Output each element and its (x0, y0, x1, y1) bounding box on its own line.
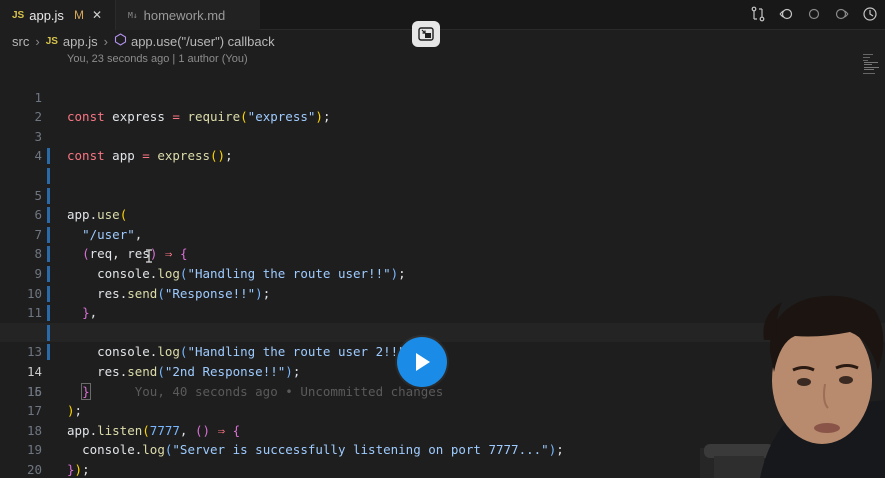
tab-label: homework.md (143, 7, 226, 23)
code-line: 6 "/user", (0, 166, 885, 242)
code-line: 7 (req, res) ⇒ { (0, 186, 885, 261)
compare-changes-icon[interactable] (749, 5, 767, 23)
code-text: }); (67, 461, 90, 477)
git-modified-marker (47, 148, 50, 165)
exit-fullscreen-button[interactable] (412, 21, 440, 47)
code-line: 9 res.send("Response!!"); (0, 225, 885, 301)
code-line: 2 (0, 88, 885, 124)
modified-badge: M (73, 8, 84, 22)
play-icon (416, 353, 430, 371)
tab-homework-md[interactable]: M↓ homework.md (115, 0, 260, 30)
close-tab-button[interactable]: ✕ (92, 8, 102, 22)
git-modified-marker (47, 305, 50, 322)
chevron-right-icon: › (103, 33, 108, 49)
code-line: 8 console.log("Handling the route user!!… (0, 205, 885, 281)
text-cursor-icon (146, 249, 152, 263)
exit-fullscreen-icon (418, 27, 434, 41)
breadcrumb-file[interactable]: app.js (63, 34, 98, 49)
code-line: 4 (0, 127, 885, 163)
breadcrumb-symbol[interactable]: app.use("/user") callback (131, 34, 275, 49)
symbol-icon (114, 33, 127, 49)
git-modified-marker (47, 226, 50, 243)
chevron-right-icon: › (35, 33, 40, 49)
js-file-icon: JS (45, 35, 58, 47)
git-modified-marker (47, 187, 50, 204)
code-line: 1 const express = require("express"); (0, 68, 885, 125)
git-modified-marker (47, 246, 50, 263)
breadcrumb-folder[interactable]: src (12, 34, 29, 49)
editor-actions (749, 5, 879, 23)
code-line: 10 }, (0, 244, 885, 320)
webcam-presenter (700, 295, 885, 478)
tab-label: app.js (29, 7, 64, 23)
js-file-icon: JS (12, 9, 25, 21)
git-modified-marker (47, 265, 50, 282)
git-modified-marker (47, 324, 50, 341)
go-back-icon[interactable] (777, 5, 795, 23)
more-icon[interactable] (861, 5, 879, 23)
go-forward-icon[interactable] (833, 5, 851, 23)
code-line: 5 app.use( (0, 146, 885, 222)
git-modified-marker (47, 285, 50, 302)
tab-app-js[interactable]: JS app.js M ✕ (0, 0, 115, 30)
editor-tab-bar: JS app.js M ✕ M↓ homework.md (0, 0, 885, 30)
git-modified-marker (47, 167, 50, 184)
play-button[interactable] (397, 337, 447, 387)
line-number: 20 (26, 461, 42, 477)
markdown-file-icon: M↓ (128, 10, 138, 20)
record-icon[interactable] (805, 5, 823, 23)
breadcrumb: src › JS app.js › app.use("/user") callb… (0, 30, 885, 52)
git-modified-marker (47, 207, 50, 224)
codelens-blame[interactable]: You, 23 seconds ago | 1 author (You) (67, 53, 248, 65)
code-line: 3 const app = express(); (0, 107, 885, 164)
git-modified-marker (47, 344, 50, 361)
